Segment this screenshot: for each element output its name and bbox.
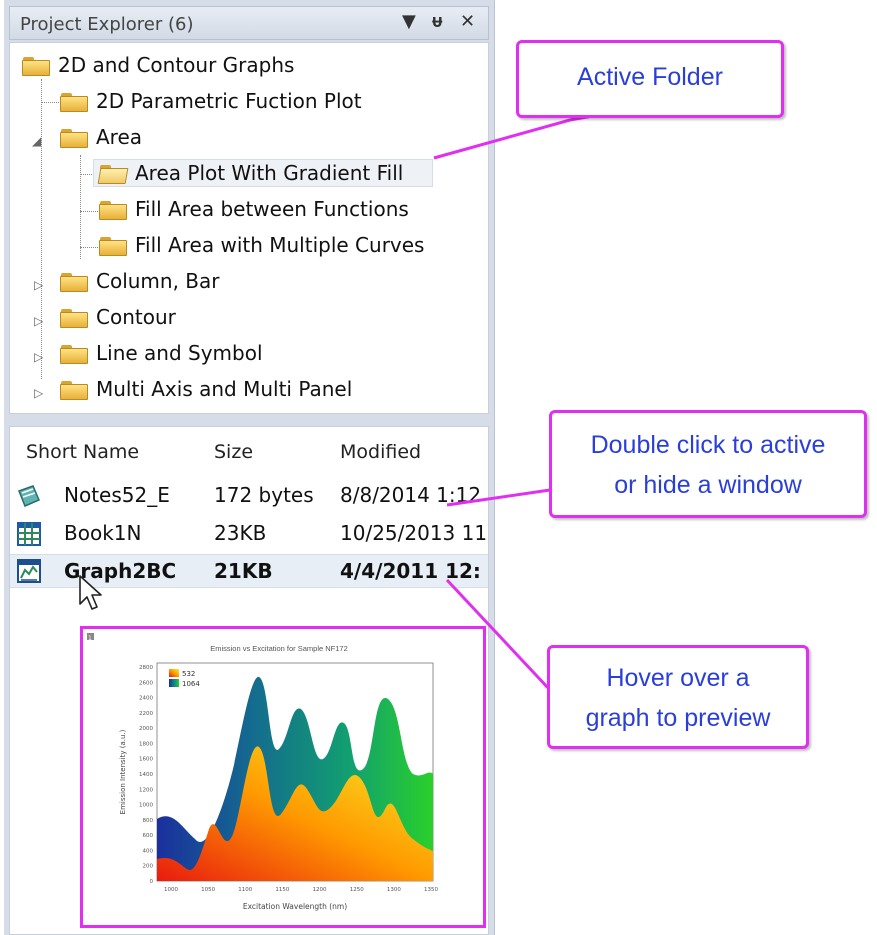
callout-hover-preview: Hover over a graph to preview [547,645,809,749]
callout-double-click: Double click to active or hide a window [549,410,867,518]
callout-text: Double click to active [590,431,826,459]
callout-active-folder: Active Folder [516,40,784,118]
callout-text: Hover over a [606,664,750,692]
callout-text: or hide a window [614,471,802,499]
callout-text: Active Folder [577,63,723,91]
callout-text: graph to preview [585,704,771,732]
